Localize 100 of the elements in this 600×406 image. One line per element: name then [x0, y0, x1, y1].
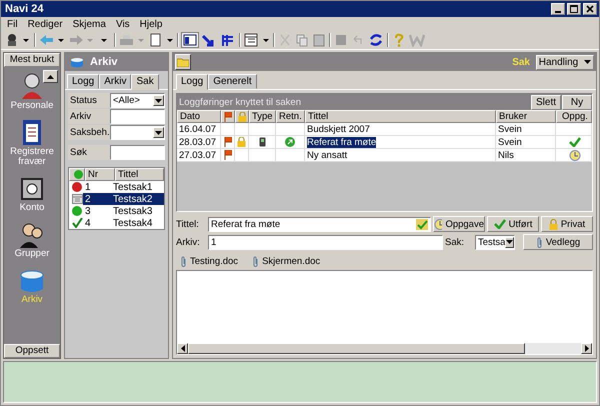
nav-header[interactable]: Mest brukt	[4, 53, 60, 67]
dropdown-button[interactable]	[505, 236, 514, 248]
case-number: 4	[84, 218, 92, 228]
archive-field[interactable]: 1	[208, 234, 443, 250]
private-button[interactable]: Privat	[541, 216, 593, 232]
case-row[interactable]: 2 Testsak2	[69, 193, 164, 205]
clock-icon	[434, 218, 442, 230]
status-dot-icon	[72, 206, 82, 216]
calendar-icon	[72, 194, 82, 204]
document-icon[interactable]	[148, 33, 174, 47]
scroll-up-button[interactable]	[43, 70, 58, 83]
case-row[interactable]: 3 Testsak3	[69, 205, 164, 217]
nav-item-label[interactable]: Konto	[5, 203, 59, 213]
tab[interactable]: Sak	[131, 74, 159, 90]
case-title: Testsak1	[112, 182, 154, 192]
column-header[interactable]: Type	[249, 110, 276, 123]
scroll-right-button[interactable]	[581, 343, 592, 354]
window-title: Navi 24	[5, 3, 45, 15]
menu-item[interactable]: Rediger	[28, 18, 63, 30]
nav-item-label[interactable]: Personale	[5, 101, 59, 111]
case-row[interactable]: 4 Testsak4	[69, 217, 164, 229]
column-header[interactable]	[235, 110, 249, 123]
user-icon[interactable]	[5, 33, 31, 47]
tab[interactable]: Logg	[176, 74, 208, 90]
attach-button[interactable]: Vedlegg	[523, 234, 593, 250]
close-button[interactable]	[583, 3, 597, 15]
filter-label: Saksbeh.	[68, 125, 110, 140]
down-arrow-icon	[506, 240, 514, 244]
grid-icon[interactable]	[220, 33, 236, 47]
case-title: Testsak2	[111, 193, 164, 205]
dropdown-button[interactable]	[153, 127, 164, 138]
column-header[interactable]: Tittel	[305, 110, 496, 123]
log-entry-title[interactable]: Ny ansatt	[307, 150, 348, 160]
menu-item[interactable]: Vis	[116, 18, 130, 30]
scroll-thumb[interactable]	[188, 343, 525, 354]
user-cell: Nils	[496, 149, 556, 162]
log-title: Loggføringer knyttet til saken	[179, 96, 302, 108]
tab[interactable]: Generelt	[208, 74, 257, 89]
menu-item[interactable]: Hjelp	[140, 18, 162, 30]
attachment-link[interactable]: Skjermen.doc	[252, 256, 320, 266]
field-value: 1	[211, 236, 218, 248]
filter-dropdown[interactable]	[110, 125, 165, 140]
text-area[interactable]	[176, 270, 593, 355]
filter-field[interactable]	[110, 109, 165, 124]
settings-button[interactable]: Oppsett	[4, 344, 60, 358]
search-label: Søk	[68, 145, 110, 160]
down-arrow-icon	[584, 60, 592, 64]
log-entry-title[interactable]: Referat fra møte	[307, 136, 376, 148]
folder-button[interactable]	[175, 54, 191, 70]
column-header[interactable]: Nr	[85, 168, 115, 181]
flag-icon	[224, 112, 232, 122]
field-value: Referat fra møte	[211, 218, 282, 230]
filter-label: Arkiv	[68, 109, 110, 124]
maximize-button[interactable]	[567, 3, 581, 15]
column-header[interactable]: Retn.	[276, 110, 305, 123]
menu-item[interactable]: Skjema	[72, 18, 106, 30]
status-dot-icon	[72, 182, 82, 192]
case-title: Testsak4	[112, 218, 154, 228]
down-arrow-icon	[155, 130, 162, 134]
filter-label: Status	[68, 93, 110, 108]
column-header[interactable]: Tittel	[115, 168, 164, 181]
menu-item[interactable]: Fil	[7, 18, 18, 30]
nav-item-label[interactable]: Registrere fravær	[5, 147, 59, 167]
column-header[interactable]	[221, 110, 235, 123]
nav-item-label[interactable]: Grupper	[5, 249, 59, 259]
dropdown-button[interactable]	[153, 95, 164, 106]
sync-arrows-icon[interactable]	[368, 33, 384, 47]
action-dropdown-button[interactable]: Handling	[536, 54, 594, 70]
paperclip-icon	[536, 236, 543, 248]
log-button[interactable]: Ny	[562, 94, 592, 110]
case-number: 3	[84, 206, 92, 216]
attachment-link[interactable]: Testing.doc	[180, 256, 238, 266]
search-field[interactable]	[110, 145, 165, 160]
column-header[interactable]: Bruker	[496, 110, 556, 123]
log-button[interactable]: Slett	[531, 94, 561, 110]
scroll-left-button[interactable]	[177, 343, 188, 354]
back-arrow-icon[interactable]	[39, 33, 65, 47]
horizontal-scrollbar[interactable]	[177, 343, 592, 354]
lock-icon	[238, 112, 247, 122]
column-header[interactable]	[69, 168, 85, 181]
status-dot-icon	[74, 170, 82, 179]
window-layout-icon[interactable]	[182, 33, 198, 47]
case-row[interactable]: 1 Testsak1	[69, 181, 164, 193]
tab[interactable]: Arkiv	[99, 74, 132, 89]
minimize-button[interactable]	[551, 3, 565, 15]
column-header[interactable]: Oppg.	[556, 110, 592, 123]
dropdown-value: Testsa	[477, 236, 506, 248]
calendar-icon[interactable]	[244, 33, 270, 47]
filter-dropdown[interactable]: <Alle>	[110, 93, 165, 108]
column-header[interactable]: Dato	[177, 110, 221, 123]
case-title: Testsak3	[112, 206, 154, 216]
check-icon	[72, 218, 82, 228]
case-dropdown[interactable]: Testsa	[475, 234, 515, 250]
done-button[interactable]: Utført	[487, 216, 539, 232]
folder-icon	[177, 57, 189, 67]
check-icon[interactable]	[416, 218, 428, 230]
log-entry-title[interactable]: Budskjett 2007	[307, 124, 370, 134]
task-button[interactable]: Oppgave	[433, 216, 485, 232]
title-field[interactable]: Referat fra møte	[208, 216, 431, 232]
tab[interactable]: Logg	[67, 74, 100, 89]
